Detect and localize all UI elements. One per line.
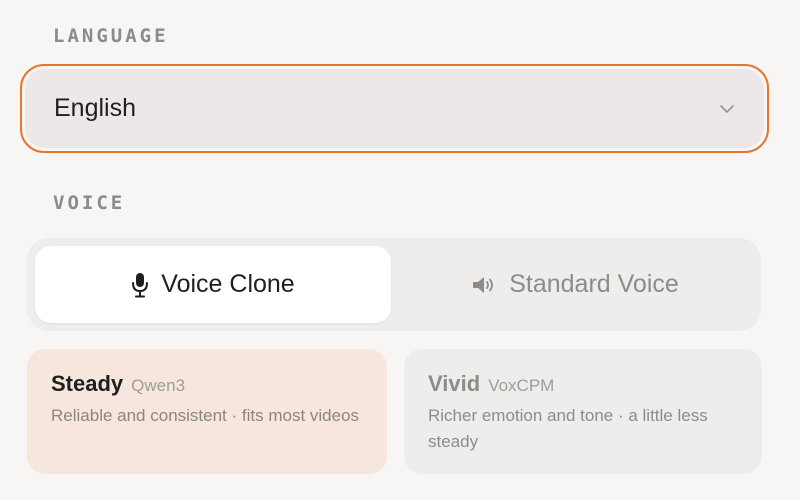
- model-engine: Qwen3: [131, 376, 186, 395]
- microphone-icon: [131, 272, 149, 298]
- speaker-icon: [471, 275, 497, 295]
- card-title-row: Vivid VoxCPM: [428, 371, 738, 397]
- model-name: Vivid: [428, 371, 481, 396]
- language-section-label: LANGUAGE: [53, 25, 169, 47]
- model-card-vivid[interactable]: Vivid VoxCPM Richer emotion and tone · a…: [404, 349, 762, 474]
- voice-clone-label: Voice Clone: [161, 270, 295, 298]
- model-description: Richer emotion and tone · a little less …: [428, 406, 708, 451]
- language-select[interactable]: English: [20, 64, 769, 153]
- model-engine: VoxCPM: [488, 376, 555, 395]
- voice-section-label: VOICE: [53, 192, 126, 214]
- standard-voice-label: Standard Voice: [509, 270, 679, 298]
- card-title-row: Steady Qwen3: [51, 371, 363, 397]
- model-card-steady[interactable]: Steady Qwen3 Reliable and consistent · f…: [27, 349, 387, 474]
- model-description: Reliable and consistent · fits most vide…: [51, 406, 360, 425]
- voice-clone-tab[interactable]: Voice Clone: [35, 246, 391, 323]
- model-name: Steady: [51, 371, 124, 396]
- standard-voice-tab[interactable]: Standard Voice: [397, 246, 753, 323]
- chevron-down-icon: [718, 100, 736, 118]
- language-selected-value: English: [54, 94, 136, 122]
- settings-panel: LANGUAGE English VOICE Voice Clone Stand…: [0, 0, 800, 500]
- voice-mode-toggle: Voice Clone Standard Voice: [27, 238, 761, 331]
- language-select-field[interactable]: English: [25, 69, 764, 148]
